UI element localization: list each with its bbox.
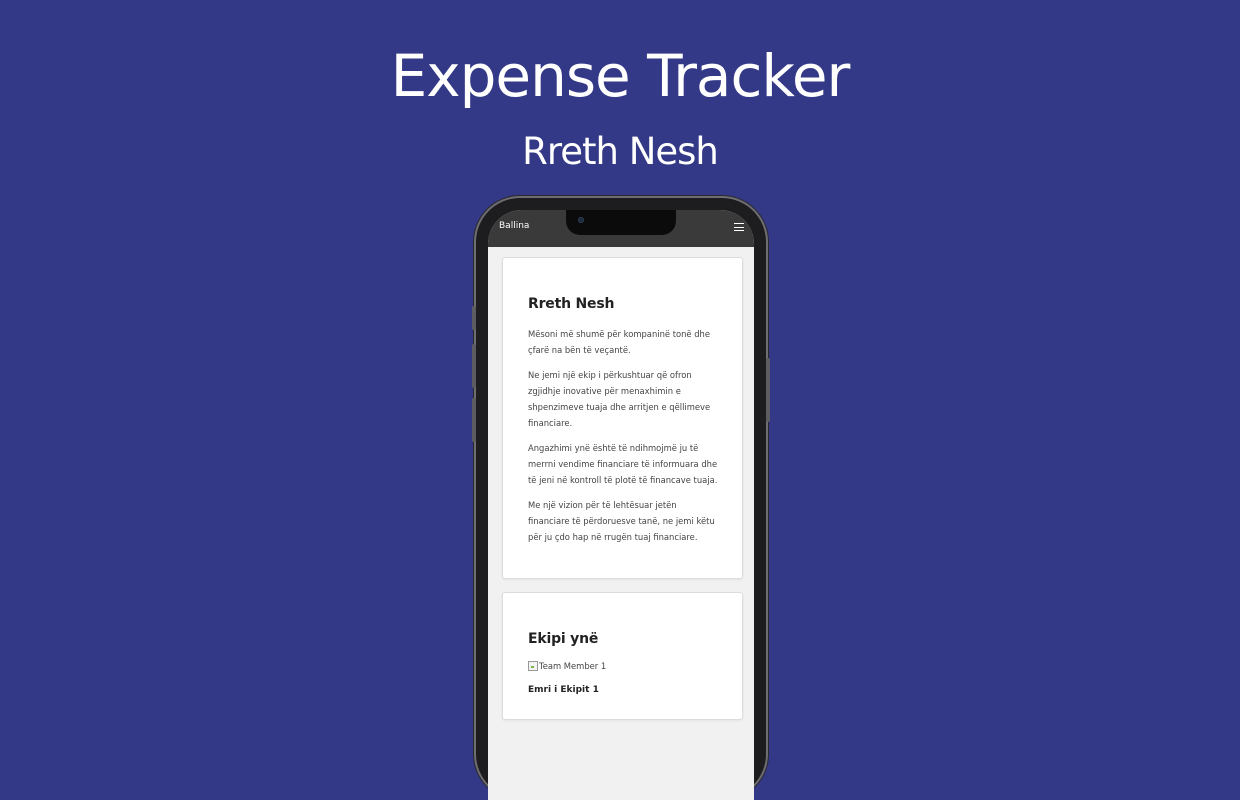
phone-notch [566,210,676,235]
team-member-image-alt: Team Member 1 [539,661,607,671]
phone-volume-up-button [472,344,476,388]
page-title: Expense Tracker [390,42,851,110]
phone-mockup: Ballina Rreth Nesh Mësoni më shumë për k… [472,198,770,800]
team-member-name: Emri i Ekipit 1 [528,685,599,695]
navbar: Ballina [488,210,754,247]
about-paragraph: Angazhimi ynë është të ndihmojmë ju të m… [528,443,718,485]
phone-power-button [766,358,770,422]
team-member-image: Team Member 1 [528,661,720,671]
phone-volume-down-button [472,398,476,442]
page-subtitle: Rreth Nesh [522,130,719,173]
camera-icon [578,217,584,223]
broken-image-icon [528,661,538,671]
about-paragraph: Mësoni më shumë për kompaninë tonë dhe ç… [528,329,711,355]
phone-mute-switch [472,306,476,330]
team-card: Ekipi ynë Team Member 1 Emri i Ekipit 1 [502,592,743,720]
about-paragraph: Me një vizion për të lehtësuar jetën fin… [528,500,715,542]
about-card: Rreth Nesh Mësoni më shumë për kompaninë… [502,257,743,579]
about-paragraph: Ne jemi një ekip i përkushtuar që ofron … [528,370,711,428]
phone-screen: Ballina Rreth Nesh Mësoni më shumë për k… [488,210,754,800]
hamburger-menu-icon[interactable] [734,223,744,231]
team-heading: Ekipi ynë [528,631,599,647]
page-content: Rreth Nesh Mësoni më shumë për kompaninë… [488,247,754,800]
navbar-brand-link[interactable]: Ballina [499,221,529,231]
about-heading: Rreth Nesh [528,296,615,312]
